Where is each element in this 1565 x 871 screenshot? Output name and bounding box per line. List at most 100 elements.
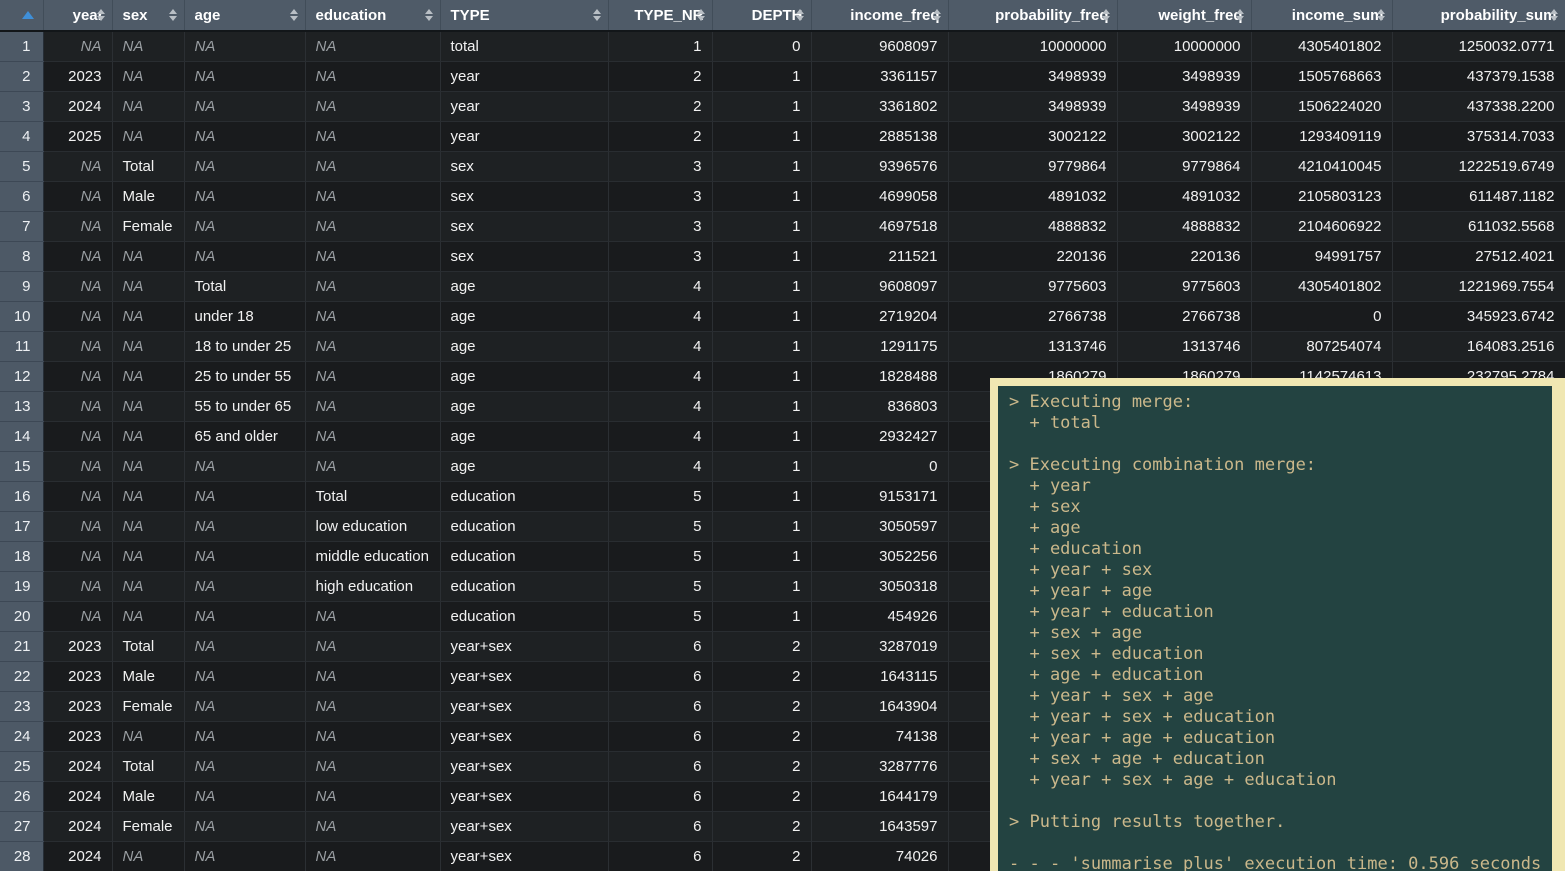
cell-education: NA [305, 31, 440, 61]
cell-year: NA [43, 241, 112, 271]
column-header-probability_freq[interactable]: probability_freq [948, 0, 1117, 31]
cell-weight_freq: 1313746 [1117, 331, 1251, 361]
table-row[interactable]: 8NANANANAsex3121152122013622013694991757… [0, 241, 1565, 271]
column-header-sex[interactable]: sex [112, 0, 184, 31]
cell-sex: NA [112, 451, 184, 481]
cell-probability_freq: 10000000 [948, 31, 1117, 61]
cell-TYPE: education [440, 541, 608, 571]
table-row[interactable]: 22023NANANAyear2133611573498939349893915… [0, 61, 1565, 91]
row-number: 1 [0, 31, 43, 61]
cell-DEPTH: 1 [712, 271, 811, 301]
row-number: 15 [0, 451, 43, 481]
cell-year: NA [43, 481, 112, 511]
cell-probability_sum: 437379.1538 [1392, 61, 1565, 91]
cell-year: NA [43, 211, 112, 241]
column-header-education[interactable]: education [305, 0, 440, 31]
column-header-TYPE[interactable]: TYPE [440, 0, 608, 31]
cell-year: NA [43, 601, 112, 631]
cell-probability_sum: 611032.5568 [1392, 211, 1565, 241]
column-label-sex: sex [123, 7, 148, 24]
cell-probability_freq: 3002122 [948, 121, 1117, 151]
table-row[interactable]: 9NANATotalNAage4196080979775603977560343… [0, 271, 1565, 301]
table-row[interactable]: 32024NANANAyear2133618023498939349893915… [0, 91, 1565, 121]
column-header-DEPTH[interactable]: DEPTH [712, 0, 811, 31]
cell-income_freq: 9396576 [811, 151, 948, 181]
cell-education: NA [305, 151, 440, 181]
cell-TYPE: year+sex [440, 661, 608, 691]
cell-income_sum: 1506224020 [1251, 91, 1392, 121]
cell-education: NA [305, 601, 440, 631]
cell-TYPE: year [440, 61, 608, 91]
column-header-age[interactable]: age [184, 0, 305, 31]
column-header-probability_sum[interactable]: probability_sum [1392, 0, 1565, 31]
column-header-rownum[interactable] [0, 0, 43, 31]
cell-income_sum: 1505768663 [1251, 61, 1392, 91]
cell-education: NA [305, 61, 440, 91]
row-number: 28 [0, 841, 43, 871]
sort-arrows-icon [1550, 9, 1558, 21]
cell-sex: Total [112, 631, 184, 661]
row-number: 6 [0, 181, 43, 211]
cell-education: NA [305, 271, 440, 301]
table-row[interactable]: 10NANAunder 18NAage412719204276673827667… [0, 301, 1565, 331]
cell-DEPTH: 1 [712, 361, 811, 391]
cell-DEPTH: 2 [712, 751, 811, 781]
column-header-TYPE_NR[interactable]: TYPE_NR [608, 0, 712, 31]
cell-DEPTH: 1 [712, 451, 811, 481]
cell-year: 2023 [43, 661, 112, 691]
cell-education: NA [305, 841, 440, 871]
cell-TYPE_NR: 2 [608, 61, 712, 91]
cell-probability_sum: 437338.2200 [1392, 91, 1565, 121]
cell-year: NA [43, 271, 112, 301]
table-header: yearsexageeducationTYPETYPE_NRDEPTHincom… [0, 0, 1565, 31]
column-header-weight_freq[interactable]: weight_freq [1117, 0, 1251, 31]
table-row[interactable]: 6NAMaleNANAsex31469905848910324891032210… [0, 181, 1565, 211]
cell-TYPE_NR: 5 [608, 481, 712, 511]
cell-DEPTH: 1 [712, 421, 811, 451]
cell-age: NA [184, 241, 305, 271]
column-label-probability_freq: probability_freq [959, 7, 1109, 24]
cell-TYPE: year+sex [440, 691, 608, 721]
table-row[interactable]: 7NAFemaleNANAsex314697518488883248888322… [0, 211, 1565, 241]
column-header-income_freq[interactable]: income_freq [811, 0, 948, 31]
cell-sex: Female [112, 811, 184, 841]
cell-education: NA [305, 301, 440, 331]
cell-age: NA [184, 451, 305, 481]
cell-TYPE: education [440, 601, 608, 631]
cell-DEPTH: 2 [712, 721, 811, 751]
cell-year: 2024 [43, 811, 112, 841]
table-row[interactable]: 5NATotalNANAsex3193965769779864977986442… [0, 151, 1565, 181]
column-header-income_sum[interactable]: income_sum [1251, 0, 1392, 31]
sort-arrows-icon [97, 9, 105, 21]
cell-income_freq: 3052256 [811, 541, 948, 571]
cell-education: NA [305, 391, 440, 421]
cell-DEPTH: 1 [712, 301, 811, 331]
table-row[interactable]: 11NANA18 to under 25NAage411291175131374… [0, 331, 1565, 361]
cell-TYPE_NR: 6 [608, 691, 712, 721]
row-number: 16 [0, 481, 43, 511]
cell-TYPE: age [440, 361, 608, 391]
cell-year: NA [43, 31, 112, 61]
cell-DEPTH: 1 [712, 541, 811, 571]
cell-age: 25 to under 55 [184, 361, 305, 391]
cell-TYPE: education [440, 571, 608, 601]
row-number: 8 [0, 241, 43, 271]
sort-arrows-icon [697, 9, 705, 21]
cell-weight_freq: 2766738 [1117, 301, 1251, 331]
cell-DEPTH: 1 [712, 481, 811, 511]
cell-age: NA [184, 511, 305, 541]
cell-probability_sum: 375314.7033 [1392, 121, 1565, 151]
cell-sex: NA [112, 541, 184, 571]
row-number: 19 [0, 571, 43, 601]
table-row[interactable]: 42025NANANAyear2128851383002122300212212… [0, 121, 1565, 151]
cell-DEPTH: 1 [712, 121, 811, 151]
table-row[interactable]: 1NANANANAtotal10960809710000000100000004… [0, 31, 1565, 61]
cell-DEPTH: 1 [712, 151, 811, 181]
cell-TYPE_NR: 4 [608, 301, 712, 331]
cell-sex: NA [112, 271, 184, 301]
cell-TYPE: sex [440, 151, 608, 181]
cell-income_freq: 3287019 [811, 631, 948, 661]
column-header-year[interactable]: year [43, 0, 112, 31]
cell-DEPTH: 2 [712, 691, 811, 721]
row-number: 23 [0, 691, 43, 721]
